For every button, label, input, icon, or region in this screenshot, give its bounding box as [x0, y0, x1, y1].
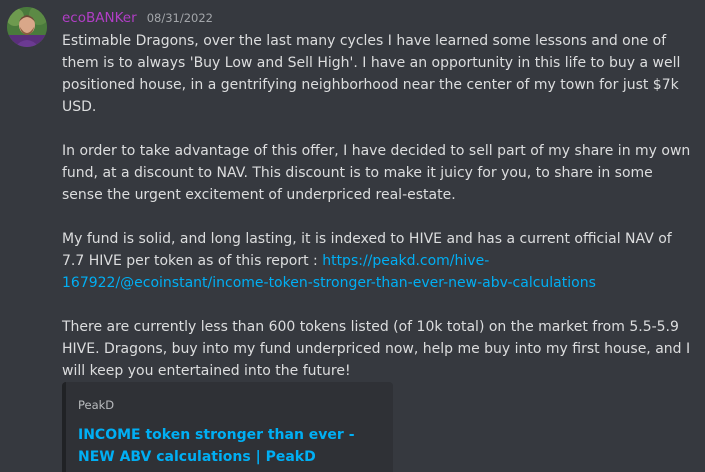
timestamp: 08/31/2022 [146, 11, 214, 25]
message-paragraph: My fund is solid, and long lasting, it i… [62, 228, 692, 294]
message-header: ecoBANKer 08/31/2022 [62, 7, 213, 27]
embed-provider[interactable]: PeakD [78, 398, 381, 412]
message-content: Estimable Dragons, over the last many cy… [62, 30, 692, 382]
embed-title[interactable]: INCOME token stronger than ever - NEW AB… [78, 424, 381, 468]
chat-message: ecoBANKer 08/31/2022 Estimable Dragons, … [0, 0, 705, 472]
link-embed: PeakD INCOME token stronger than ever - … [62, 382, 393, 472]
username[interactable]: ecoBANKer [62, 10, 137, 26]
message-paragraph: There are currently less than 600 tokens… [62, 319, 691, 379]
avatar-photo-icon [7, 7, 47, 47]
user-avatar[interactable] [7, 7, 47, 47]
message-paragraph: In order to take advantage of this offer… [62, 143, 691, 203]
message-paragraph: Estimable Dragons, over the last many cy… [62, 33, 681, 115]
